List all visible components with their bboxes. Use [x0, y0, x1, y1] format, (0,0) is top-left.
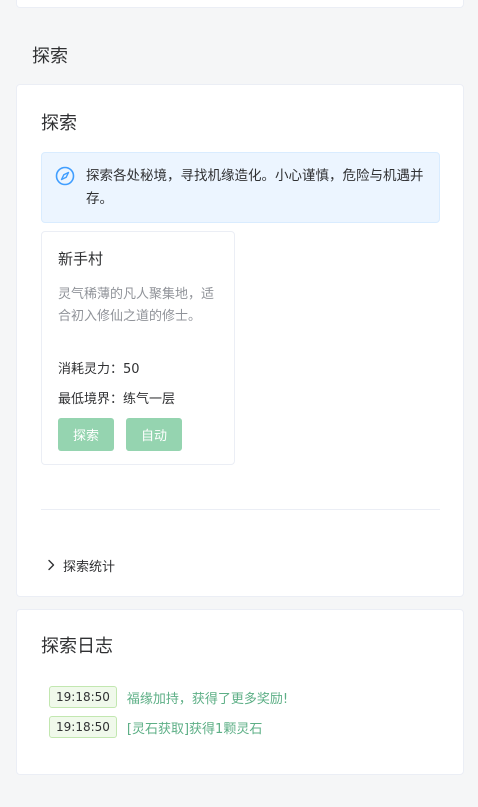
- explore-button[interactable]: 探索: [58, 418, 114, 451]
- location-card-newbie-village: 新手村 灵气稀薄的凡人聚集地，适合初入修仙之道的修士。 消耗灵力：50 最低境界…: [41, 231, 235, 465]
- explore-log-card: 探索日志 19:18:50 福缘加持，获得了更多奖励! 19:18:50 [灵石…: [16, 609, 464, 775]
- log-time-badge: 19:18:50: [49, 716, 117, 738]
- section-divider: [41, 509, 440, 510]
- page-title: 探索: [32, 46, 68, 67]
- location-description: 灵气稀薄的凡人聚集地，适合初入修仙之道的修士。: [58, 287, 215, 324]
- info-alert: 探索各处秘境，寻找机缘造化。小心谨慎，危险与机遇并存。: [41, 152, 440, 223]
- log-entry: 19:18:50 [灵石获取]获得1颗灵石: [49, 716, 262, 738]
- compass-icon: [55, 166, 75, 186]
- log-card-title: 探索日志: [41, 636, 113, 657]
- explore-card-title: 探索: [41, 113, 77, 134]
- explore-stats-label: 探索统计: [63, 559, 116, 575]
- previous-card-edge: [16, 0, 464, 8]
- chevron-right-icon: [45, 559, 57, 571]
- explore-card: 探索 探索各处秘境，寻找机缘造化。小心谨慎，危险与机遇并存。 新手村 灵气稀薄的…: [16, 84, 464, 597]
- log-time-badge: 19:18:50: [49, 686, 117, 708]
- location-cost: 消耗灵力：50: [58, 362, 140, 377]
- explore-stats-toggle[interactable]: 探索统计: [45, 555, 115, 575]
- alert-message: 探索各处秘境，寻找机缘造化。小心谨慎，危险与机遇并存。: [86, 168, 424, 207]
- log-message: 福缘加持，获得了更多奖励!: [126, 691, 289, 707]
- auto-explore-button[interactable]: 自动: [126, 418, 182, 451]
- location-name: 新手村: [58, 250, 104, 268]
- log-message: [灵石获取]获得1颗灵石: [126, 721, 263, 737]
- log-entry: 19:18:50 福缘加持，获得了更多奖励!: [49, 686, 288, 708]
- location-min-realm: 最低境界：练气一层: [58, 392, 176, 407]
